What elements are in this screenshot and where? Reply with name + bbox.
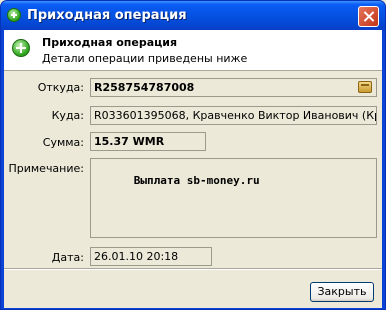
title-bar[interactable]: Приходная операция [1, 1, 385, 30]
note-field[interactable]: Выплата sb-money.ru [90, 158, 377, 238]
dialog-body: Приходная операция Детали операции приве… [4, 30, 382, 308]
from-label: Откуда: [37, 81, 84, 94]
date-value: 26.01.10 20:18 [94, 250, 179, 263]
header-subtitle: Детали операции приведены ниже [42, 52, 248, 65]
dialog-window: Приходная операция Приходная операция Де… [0, 0, 386, 310]
to-value: R033601395068, Кравченко Виктор Иванович… [94, 109, 377, 122]
window-title: Приходная операция [27, 8, 187, 23]
note-label: Примечание: [8, 162, 84, 175]
close-button[interactable]: Закрыть [310, 282, 374, 302]
from-field[interactable]: R258754787008 [90, 78, 377, 97]
footer-separator [4, 268, 382, 270]
amount-value: 15.37 WMR [94, 135, 165, 148]
amount-label: Сумма: [42, 136, 84, 149]
plus-circle-icon [7, 8, 21, 22]
amount-field[interactable]: 15.37 WMR [90, 132, 206, 151]
from-value: R258754787008 [94, 81, 195, 94]
to-label: Куда: [51, 109, 84, 122]
date-field[interactable]: 26.01.10 20:18 [90, 247, 212, 266]
header-title: Приходная операция [42, 36, 178, 49]
close-icon[interactable] [358, 6, 379, 27]
wallet-icon[interactable] [358, 81, 372, 93]
to-field[interactable]: R033601395068, Кравченко Виктор Иванович… [90, 106, 377, 125]
plus-circle-icon [12, 39, 30, 57]
date-label: Дата: [51, 251, 84, 264]
dialog-header: Приходная операция Детали операции приве… [4, 30, 382, 71]
note-value: Выплата sb-money.ru [133, 174, 260, 187]
